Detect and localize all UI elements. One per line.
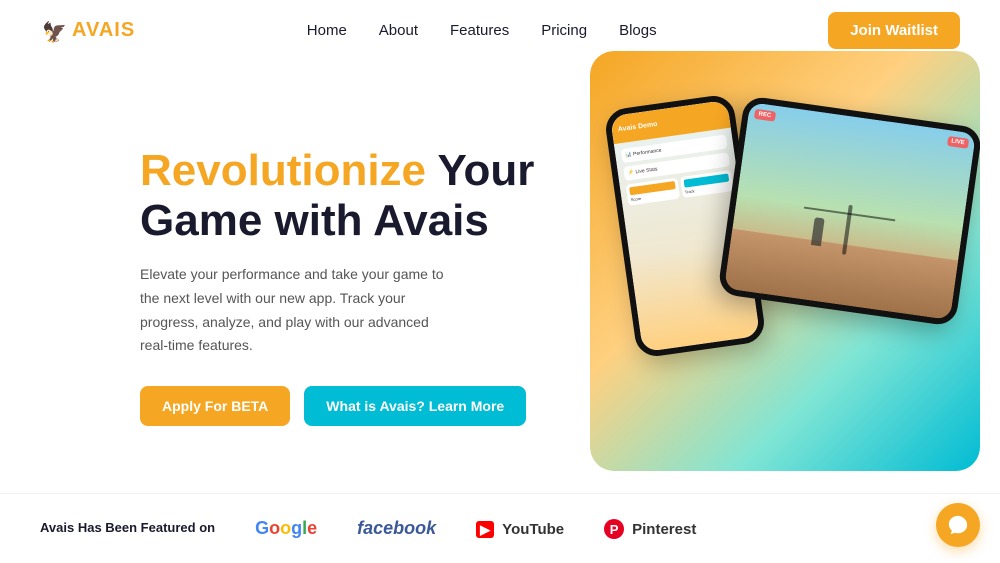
hero-content: Revolutionize Your Game with Avais Eleva… xyxy=(140,146,560,426)
nav-link-blogs[interactable]: Blogs xyxy=(619,22,657,39)
hero-section: Revolutionize Your Game with Avais Eleva… xyxy=(0,61,1000,491)
apply-beta-button[interactable]: Apply For BETA xyxy=(140,386,290,426)
nav-link-pricing[interactable]: Pricing xyxy=(541,22,587,39)
logo-text: AVAIS xyxy=(72,19,135,42)
chat-icon xyxy=(947,514,969,536)
hero-subtitle: Elevate your performance and take your g… xyxy=(140,263,450,358)
hero-title-highlight: Revolutionize xyxy=(140,146,426,195)
hero-title: Revolutionize Your Game with Avais xyxy=(140,146,560,247)
featured-text: Avais Has Been Featured on xyxy=(40,519,215,537)
nav-links: Home About Features Pricing Blogs xyxy=(307,22,657,40)
chat-bubble-button[interactable] xyxy=(936,503,980,547)
google-logo: Google xyxy=(255,518,317,539)
phone-container: Avais Demo 📊 Performance ⚡ Live Stats Sc… xyxy=(590,51,980,471)
phone-mockup-2: REC LIVE xyxy=(717,95,980,326)
phone2-rec-badge: REC xyxy=(754,109,776,122)
join-waitlist-button[interactable]: Join Waitlist xyxy=(828,12,960,49)
nav-item-pricing[interactable]: Pricing xyxy=(541,22,587,40)
brand-logos: Google facebook ▶ YouTube P Pinterest xyxy=(255,518,696,540)
nav-item-blogs[interactable]: Blogs xyxy=(619,22,657,40)
hero-image: Avais Demo 📊 Performance ⚡ Live Stats Sc… xyxy=(590,51,980,471)
logo[interactable]: 🦅 AVAIS xyxy=(40,17,135,45)
facebook-logo: facebook xyxy=(357,518,436,539)
hero-buttons: Apply For BETA What is Avais? Learn More xyxy=(140,386,560,426)
nav-link-home[interactable]: Home xyxy=(307,22,347,39)
nav-item-home[interactable]: Home xyxy=(307,22,347,40)
phone1-card-2: Track xyxy=(680,170,734,198)
bottom-strip: Avais Has Been Featured on Google facebo… xyxy=(0,493,1000,563)
nav-link-about[interactable]: About xyxy=(379,22,418,39)
phone1-card-1: Score xyxy=(626,178,680,206)
logo-icon: 🦅 xyxy=(40,17,68,45)
pinterest-logo: P Pinterest xyxy=(604,518,696,540)
phone2-live-badge: LIVE xyxy=(947,136,970,149)
nav-item-features[interactable]: Features xyxy=(450,22,509,40)
svg-text:🦅: 🦅 xyxy=(42,20,67,44)
navbar: 🦅 AVAIS Home About Features Pricing Blog… xyxy=(0,0,1000,61)
youtube-logo: ▶ YouTube xyxy=(476,518,564,539)
learn-more-button[interactable]: What is Avais? Learn More xyxy=(304,386,526,426)
nav-item-about[interactable]: About xyxy=(379,22,418,40)
nav-link-features[interactable]: Features xyxy=(450,22,509,39)
